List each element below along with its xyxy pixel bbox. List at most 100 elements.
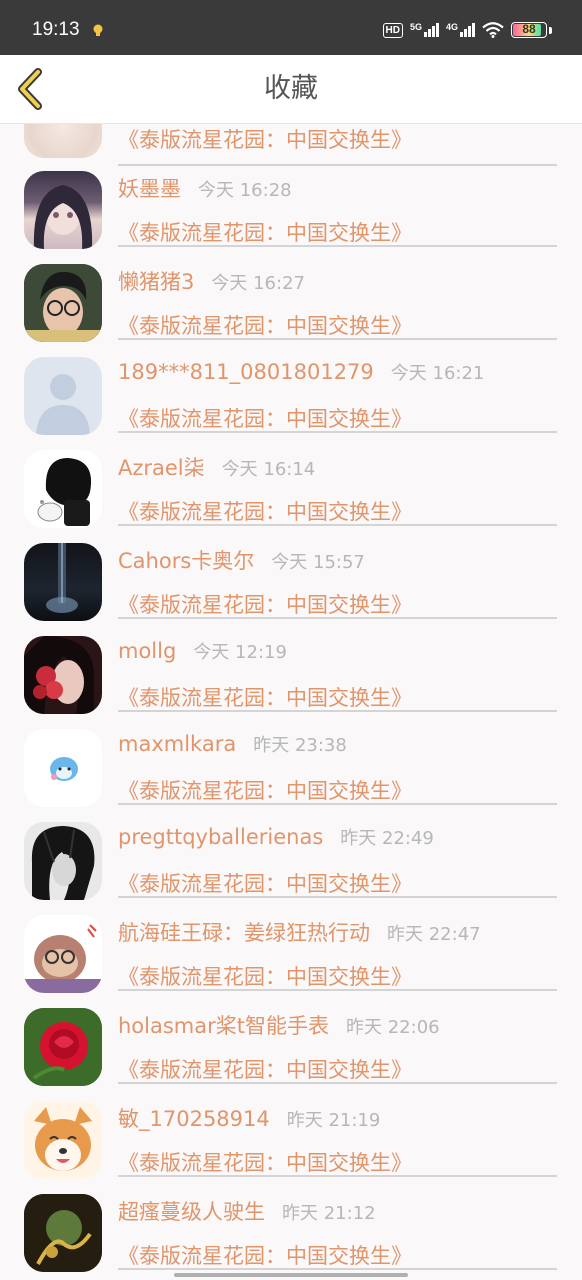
item-header: Cahors卡奥尔 今天 15:57 xyxy=(118,545,365,579)
timestamp: 今天 16:21 xyxy=(390,363,485,384)
item-title: 《泰版流星花园：中国交换生》 xyxy=(118,1058,412,1082)
username: Cahors卡奥尔 xyxy=(118,549,255,573)
timestamp: 今天 16:28 xyxy=(198,180,292,201)
avatar xyxy=(24,357,102,435)
timestamp: 昨天 22:06 xyxy=(346,1017,440,1038)
timestamp: 昨天 22:47 xyxy=(387,924,481,945)
divider xyxy=(118,1175,557,1177)
divider xyxy=(118,245,557,247)
username: 敏_170258914 xyxy=(118,1107,270,1131)
list-item[interactable]: Cahors卡奥尔 今天 15:57 《泰版流星花园：中国交换生》 xyxy=(0,543,582,638)
item-header: mollg 今天 12:19 xyxy=(118,638,287,672)
hd-voice-icon: HD xyxy=(382,22,403,38)
avatar xyxy=(24,822,102,900)
divider xyxy=(118,896,557,898)
signal-5g-icon: 5G xyxy=(410,23,439,37)
timestamp: 今天 15:57 xyxy=(271,552,365,573)
timestamp: 今天 16:27 xyxy=(211,273,305,294)
avatar xyxy=(24,264,102,342)
list-item[interactable]: 航海硅王碌：姜绿狂热行动 昨天 22:47 《泰版流星花园：中国交换生》 xyxy=(0,915,582,1010)
signal-4g-icon: 4G xyxy=(446,23,475,37)
avatar xyxy=(24,1101,102,1179)
avatar xyxy=(24,543,102,621)
item-title: 《泰版流星花园：中国交换生》 xyxy=(118,965,412,989)
avatar xyxy=(24,450,102,528)
item-title: 《泰版流星花园：中国交换生》 xyxy=(118,1244,412,1268)
list-item[interactable]: 189***811_0801801279 今天 16:21 《泰版流星花园：中国… xyxy=(0,357,582,452)
avatar xyxy=(24,1194,102,1272)
list-item[interactable]: mollg 今天 12:19 《泰版流星花园：中国交换生》 xyxy=(0,636,582,731)
item-title: 《泰版流星花园：中国交换生》 xyxy=(118,686,412,710)
divider xyxy=(118,524,557,526)
list-item[interactable]: 妖墨墨 今天 16:28 《泰版流星花园：中国交换生》 xyxy=(0,171,582,266)
avatar xyxy=(24,124,102,158)
divider xyxy=(118,431,557,433)
item-header: 航海硅王碌：姜绿狂热行动 昨天 22:47 xyxy=(118,917,481,951)
item-header: 妖墨墨 今天 16:28 xyxy=(118,173,292,207)
username: holasmar桨t智能手表 xyxy=(118,1014,329,1038)
divider xyxy=(118,617,557,619)
list-item[interactable]: holasmar桨t智能手表 昨天 22:06 《泰版流星花园：中国交换生》 xyxy=(0,1008,582,1103)
avatar xyxy=(24,915,102,993)
username: 懒猪猪3 xyxy=(118,270,195,294)
item-header: 敏_170258914 昨天 21:19 xyxy=(118,1103,380,1137)
timestamp: 今天 12:19 xyxy=(193,642,287,663)
item-header: Azrael柒 今天 16:14 xyxy=(118,452,315,486)
page-title: 收藏 xyxy=(264,73,318,104)
divider xyxy=(118,989,557,991)
username: 航海硅王碌：姜绿狂热行动 xyxy=(118,921,370,945)
username: mollg xyxy=(118,639,177,663)
item-header: 189***811_0801801279 今天 16:21 xyxy=(118,359,484,393)
wifi-icon xyxy=(482,22,504,38)
item-header: pregttqyballerienas 昨天 22:49 xyxy=(118,824,434,858)
item-header: maxmlkara 昨天 23:38 xyxy=(118,731,347,765)
username: 超瘙蔓级人驶生 xyxy=(118,1200,265,1224)
avatar xyxy=(24,1008,102,1086)
item-title: 《泰版流星花园：中国交换生》 xyxy=(118,221,412,245)
status-icons: HD 5G 4G 88 xyxy=(382,19,552,41)
home-indicator[interactable] xyxy=(174,1273,408,1277)
divider xyxy=(118,164,557,166)
timestamp: 昨天 21:19 xyxy=(286,1110,381,1131)
avatar xyxy=(24,171,102,249)
username: 189***811_0801801279 xyxy=(118,360,374,384)
list-item[interactable]: 懒猪猪3 今天 16:27 《泰版流星花园：中国交换生》 xyxy=(0,264,582,359)
status-bar: 19:13 HD 5G 4G 88 xyxy=(0,0,582,55)
divider xyxy=(118,803,557,805)
timestamp: 今天 16:14 xyxy=(221,459,316,480)
username: pregttqyballerienas xyxy=(118,825,324,849)
default-avatar-icon xyxy=(36,374,90,435)
notification-icon xyxy=(93,24,103,36)
timestamp: 昨天 23:38 xyxy=(253,735,347,756)
username: maxmlkara xyxy=(118,732,237,756)
title-bar: 收藏 xyxy=(0,55,582,124)
list-item-partial[interactable]: 《泰版流星花园：中国交换生》 xyxy=(0,124,582,173)
item-title: 《泰版流星花园：中国交换生》 xyxy=(118,500,412,524)
divider xyxy=(118,710,557,712)
status-time: 19:13 xyxy=(32,19,80,40)
item-header: 超瘙蔓级人驶生 昨天 21:12 xyxy=(118,1196,376,1230)
item-title: 《泰版流星花园：中国交换生》 xyxy=(118,593,412,617)
divider xyxy=(118,338,557,340)
avatar xyxy=(24,729,102,807)
item-title: 《泰版流星花园：中国交换生》 xyxy=(118,872,412,896)
item-title: 《泰版流星花园：中国交换生》 xyxy=(118,1151,412,1175)
list-item[interactable]: Azrael柒 今天 16:14 《泰版流星花园：中国交换生》 xyxy=(0,450,582,545)
avatar xyxy=(24,636,102,714)
divider xyxy=(118,1082,557,1084)
item-title: 《泰版流星花园：中国交换生》 xyxy=(118,128,412,152)
list-item[interactable]: 敏_170258914 昨天 21:19 《泰版流星花园：中国交换生》 xyxy=(0,1101,582,1196)
list-item[interactable]: 超瘙蔓级人驶生 昨天 21:12 《泰版流星花园：中国交换生》 xyxy=(0,1194,582,1280)
item-title: 《泰版流星花园：中国交换生》 xyxy=(118,407,412,431)
divider xyxy=(118,1268,557,1270)
item-header: holasmar桨t智能手表 昨天 22:06 xyxy=(118,1010,440,1044)
list-item[interactable]: pregttqyballerienas 昨天 22:49 《泰版流星花园：中国交… xyxy=(0,822,582,917)
item-title: 《泰版流星花园：中国交换生》 xyxy=(118,314,412,338)
username: Azrael柒 xyxy=(118,456,205,480)
timestamp: 昨天 21:12 xyxy=(282,1203,376,1224)
list-item[interactable]: maxmlkara 昨天 23:38 《泰版流星花园：中国交换生》 xyxy=(0,729,582,824)
timestamp: 昨天 22:49 xyxy=(340,828,434,849)
favorites-list: 《泰版流星花园：中国交换生》 妖墨墨 今天 16:28 《泰版流星花园：中国交换… xyxy=(0,124,582,1280)
item-title: 《泰版流星花园：中国交换生》 xyxy=(118,779,412,803)
battery-icon: 88 xyxy=(511,22,547,38)
